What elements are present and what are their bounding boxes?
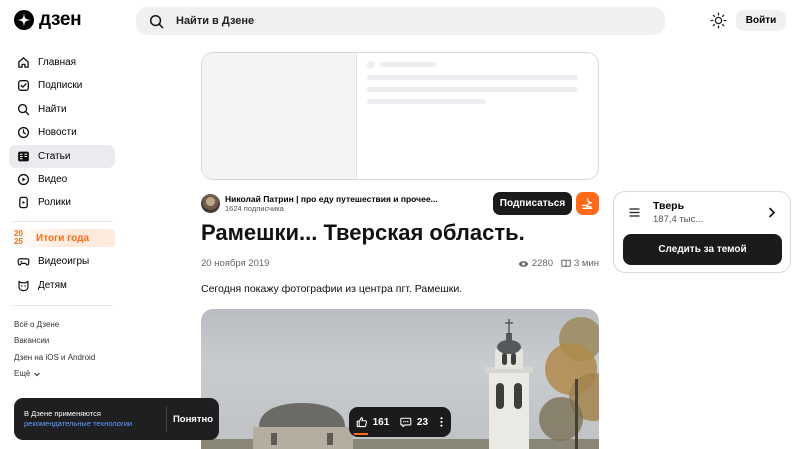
like-icon[interactable] <box>356 415 368 429</box>
sidebar-item-label: Итоги года <box>36 232 90 244</box>
preview-skeleton-dot <box>367 61 375 69</box>
comments-count: 23 <box>416 416 429 428</box>
author-subscribers: 1624 подписчика <box>225 204 284 213</box>
sidebar-item-news[interactable]: Новости <box>9 121 115 144</box>
theme-toggle-button[interactable] <box>710 12 727 29</box>
gamepad-icon <box>17 258 30 266</box>
preview-skeleton-line <box>367 87 578 92</box>
kids-icon <box>18 280 29 291</box>
dzen-logo-icon <box>14 10 34 30</box>
menu-icon <box>629 208 640 217</box>
sidebar-item-subscriptions[interactable]: Подписки <box>9 74 115 97</box>
video-icon <box>17 173 30 186</box>
sidebar-item-articles[interactable]: Статьи <box>9 144 115 168</box>
logo-text: дзен <box>39 9 82 30</box>
recommendation-tech-link[interactable]: рекомендательные технологии <box>24 419 132 429</box>
donate-button[interactable] <box>576 192 599 215</box>
sidebar-item-label: Новости <box>38 127 77 139</box>
shorts-icon <box>19 197 28 209</box>
footer-link-about[interactable]: Всё о Дзене <box>14 316 95 333</box>
topic-card: Тверь 187,4 тыс... Следить за темой <box>613 191 791 273</box>
likes-count: 161 <box>372 416 390 428</box>
subscribe-button[interactable]: Подписаться <box>493 192 572 215</box>
subscriptions-icon <box>18 80 29 92</box>
sun-icon <box>710 12 727 29</box>
article-title: Рамешки... Тверская область. <box>201 220 525 245</box>
preview-skeleton-line <box>367 75 578 80</box>
news-icon <box>17 127 30 139</box>
chevron-right-icon[interactable] <box>768 207 776 218</box>
views-counter: 2280 <box>518 258 553 269</box>
sidebar-item-label: Главная <box>38 57 77 68</box>
articles-icon <box>18 151 29 161</box>
search-icon <box>149 14 164 28</box>
sidebar-item-label: Детям <box>38 279 67 291</box>
article-lead: Сегодня покажу фотографии из центра пгт.… <box>201 283 463 295</box>
dzen-logo[interactable]: дзен <box>14 9 82 30</box>
search-icon <box>17 103 30 115</box>
sidebar-item-label: Видеоигры <box>38 256 90 268</box>
sidebar-item-home[interactable]: Главная <box>9 51 115 74</box>
author-avatar[interactable] <box>201 194 220 213</box>
topic-name[interactable]: Тверь <box>653 200 684 212</box>
home-icon <box>18 57 29 68</box>
embedded-preview-card[interactable] <box>201 52 599 180</box>
book-icon <box>561 259 571 268</box>
sidebar-item-video[interactable]: Видео <box>9 168 115 191</box>
sidebar-divider <box>13 304 113 306</box>
author-name[interactable]: Николай Патрин | про еду путешествия и п… <box>225 194 438 204</box>
footer-link-more[interactable]: Ещё <box>14 366 95 383</box>
sidebar-item-label: Подписки <box>38 80 83 92</box>
article-date: 20 ноября 2019 <box>201 258 270 269</box>
login-button[interactable]: Войти <box>736 10 786 31</box>
sidebar-item-shorts[interactable]: Ролики <box>9 191 115 214</box>
read-time: 3 мин <box>561 258 599 269</box>
year-badge: 20 25 <box>14 229 23 247</box>
notice-text: В Дзене применяются рекомендательные тех… <box>24 409 133 429</box>
sidebar-nav: Главная Подписки Найти Новости Статьи Ви… <box>9 51 115 313</box>
recommendation-notice: В Дзене применяются рекомендательные тех… <box>14 398 219 440</box>
sidebar-item-label: Видео <box>38 173 68 185</box>
chevron-down-icon <box>34 372 41 377</box>
search-input[interactable]: Найти в Дзене <box>176 15 254 27</box>
follow-topic-button[interactable]: Следить за темой <box>623 234 782 265</box>
like-indicator <box>354 433 368 435</box>
sidebar-item-kids[interactable]: Детям <box>9 274 115 297</box>
more-vertical-icon[interactable] <box>439 415 444 429</box>
footer-link-vacancies[interactable]: Вакансии <box>14 333 95 350</box>
sidebar-item-label: Ролики <box>38 197 71 209</box>
sidebar-footer-links: Всё о Дзене Вакансии Дзен на iOS и Andro… <box>14 316 95 382</box>
eye-icon <box>518 260 529 267</box>
sidebar-item-label: Статьи <box>38 150 71 162</box>
preview-image-placeholder <box>202 53 357 179</box>
notice-ok-button[interactable]: Понятно <box>167 398 219 440</box>
article-meta: 20 ноября 2019 2280 3 мин <box>201 258 599 270</box>
search-bar[interactable]: Найти в Дзене <box>136 7 665 35</box>
sidebar-item-videogames[interactable]: Видеоигры <box>9 250 115 273</box>
sidebar-divider <box>13 221 113 223</box>
preview-skeleton-line <box>367 99 486 104</box>
footer-link-apps[interactable]: Дзен на iOS и Android <box>14 349 95 366</box>
sidebar-item-label: Найти <box>38 103 67 115</box>
sidebar-item-year-results[interactable]: 20 25 Итоги года <box>9 229 115 248</box>
donate-icon <box>582 198 593 209</box>
sidebar-item-search[interactable]: Найти <box>9 98 115 121</box>
topic-count: 187,4 тыс... <box>653 214 704 225</box>
comment-icon[interactable] <box>400 415 412 429</box>
author-row: Николай Патрин | про еду путешествия и п… <box>201 192 599 216</box>
preview-skeleton-line <box>380 62 436 67</box>
